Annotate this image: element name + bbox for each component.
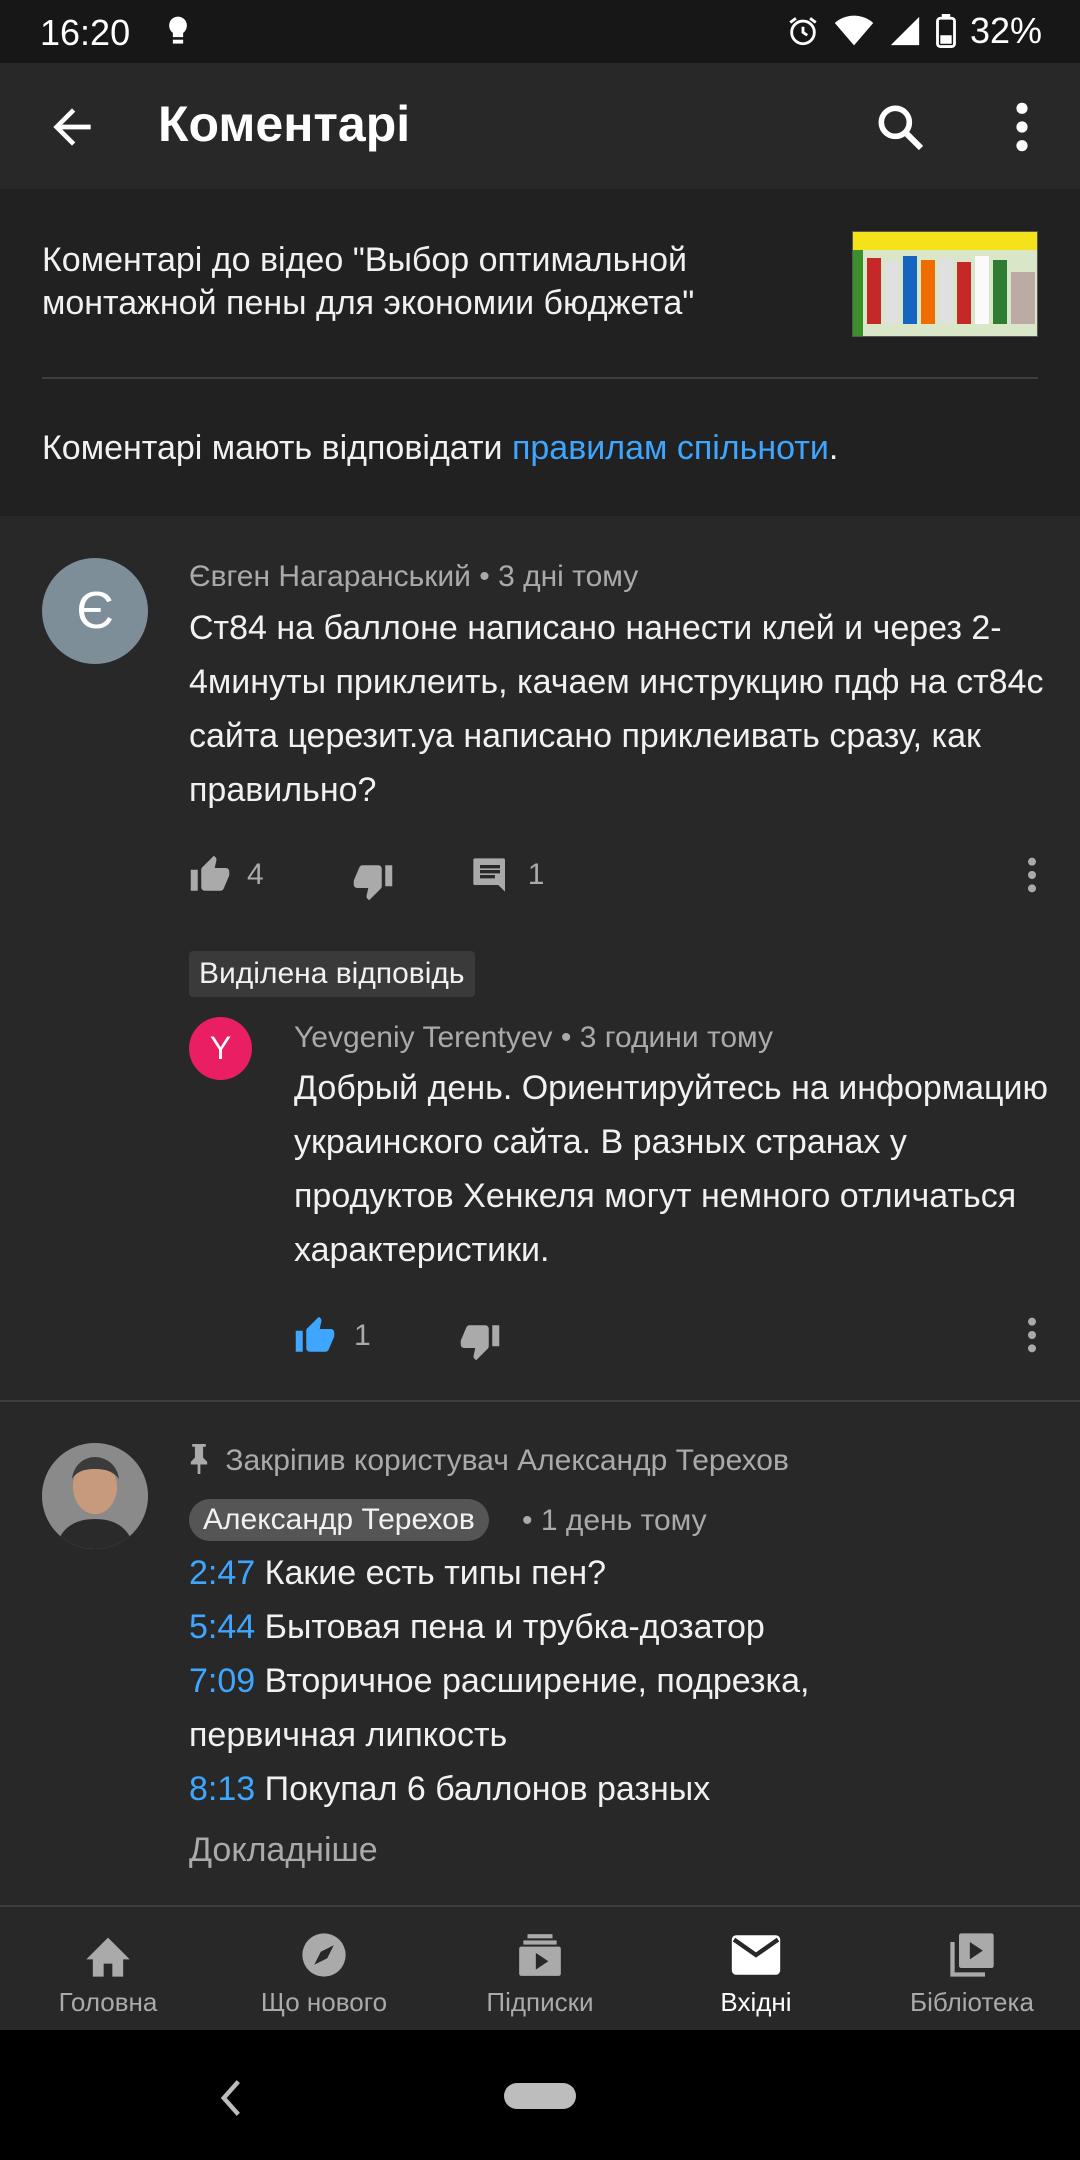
system-nav-bar xyxy=(0,2030,1080,2160)
lightbulb-icon xyxy=(169,16,187,44)
rules-text: Коментарі мають відповідати xyxy=(42,429,512,467)
nav-home[interactable]: Головна xyxy=(0,1907,216,2030)
page-title: Коментарі xyxy=(158,96,411,152)
avatar-letter: Y xyxy=(209,1030,232,1066)
nav-subscriptions[interactable]: Підписки xyxy=(432,1907,648,2030)
like-count: 4 xyxy=(247,858,264,891)
timestamp-text: Покупал 6 баллонов разных xyxy=(264,1770,711,1808)
video-title: Коментарі до відео "Выбор оптимальной мо… xyxy=(42,241,695,322)
reply-text: Добрый день. Ориентируйтесь на информаци… xyxy=(294,1069,1049,1269)
comment-author[interactable]: Євген Нагаранський xyxy=(189,560,471,593)
community-rules-link[interactable]: правилам спільноти xyxy=(512,429,829,467)
pin-icon xyxy=(190,1444,208,1474)
timestamp-line: первичная липкость xyxy=(189,1716,507,1755)
dislike-icon[interactable] xyxy=(459,1320,501,1362)
thumbnail-image xyxy=(853,232,1037,336)
reply-count: 1 xyxy=(527,858,545,891)
battery-percent: 32% xyxy=(969,10,1042,51)
comment-separator xyxy=(0,1400,1080,1402)
bottom-nav: Головна Що нового Підписки Вхідні Бібліо… xyxy=(0,1905,1080,2030)
dislike-icon[interactable] xyxy=(352,860,394,902)
comment-more-icon[interactable] xyxy=(1024,855,1040,895)
nav-inbox[interactable]: Вхідні xyxy=(648,1907,864,2030)
nav-explore[interactable]: Що нового xyxy=(216,1907,432,2030)
comments-header: Коментарі до відео "Выбор оптимальной мо… xyxy=(0,189,1080,516)
nav-library[interactable]: Бібліотека xyxy=(864,1907,1080,2030)
nav-label: Вхідні xyxy=(720,1987,792,2017)
app-bar: Коментарі xyxy=(0,63,1080,189)
nav-label: Бібліотека xyxy=(910,1987,1034,2017)
status-bar: 16:20 32% xyxy=(0,0,1080,63)
comment-meta: Євген Нагаранський • 3 дні тому xyxy=(189,560,639,593)
reply-author[interactable]: Yevgeniy Terentyev xyxy=(294,1021,553,1054)
comment-time: 3 дні тому xyxy=(498,560,639,593)
subscriptions-icon xyxy=(512,1929,568,1981)
back-arrow-icon[interactable] xyxy=(44,99,100,155)
timestamp-line: 5:44 Бытовая пена и трубка-дозатор xyxy=(189,1608,765,1647)
timestamp-link[interactable]: 8:13 xyxy=(189,1770,255,1808)
timestamp-text: Вторичное расширение, подрезка, xyxy=(264,1662,810,1700)
pinned-meta: Закріпив користувач Александр Терехов xyxy=(189,1444,789,1478)
signal-icon xyxy=(890,16,920,46)
reply-icon[interactable] xyxy=(470,855,510,895)
timestamp-text: Бытовая пена и трубка-дозатор xyxy=(264,1608,765,1646)
header-divider xyxy=(42,377,1038,379)
alarm-icon xyxy=(789,17,817,46)
explore-icon xyxy=(296,1929,352,1981)
person-photo xyxy=(42,1443,148,1549)
timestamp-text: Какие есть типы пен? xyxy=(264,1554,607,1592)
comment-time-row: • 1 день тому xyxy=(522,1504,707,1537)
status-icons: 32% xyxy=(786,10,1042,52)
timestamp-text: первичная липкость xyxy=(189,1716,508,1754)
nav-label: Підписки xyxy=(486,1987,594,2017)
home-icon xyxy=(80,1929,136,1981)
more-vert-icon[interactable] xyxy=(1004,99,1040,155)
timestamp-link[interactable]: 7:09 xyxy=(189,1662,255,1700)
reply-more-icon[interactable] xyxy=(1024,1315,1040,1355)
system-home-pill[interactable] xyxy=(504,2083,576,2109)
like-icon[interactable] xyxy=(189,854,231,896)
reply-time: 3 години тому xyxy=(579,1021,774,1054)
search-icon[interactable] xyxy=(872,99,928,155)
author-chip[interactable]: Александр Терехов xyxy=(189,1499,489,1541)
avatar-photo[interactable] xyxy=(42,1443,148,1549)
reply-avatar[interactable]: Y xyxy=(189,1017,252,1080)
timestamp-line: 8:13 Покупал 6 баллонов разных xyxy=(189,1770,710,1809)
like-icon-active[interactable] xyxy=(294,1315,336,1357)
timestamp-link[interactable]: 2:47 xyxy=(189,1554,255,1592)
avatar[interactable]: Є xyxy=(42,558,148,664)
timestamp-line: 7:09 Вторичное расширение, подрезка, xyxy=(189,1662,809,1701)
reply-actions: 1 xyxy=(294,1310,501,1362)
timestamp-link[interactable]: 5:44 xyxy=(189,1608,255,1646)
community-rules: Коментарі мають відповідати правилам спі… xyxy=(42,429,838,468)
rules-suffix: . xyxy=(828,429,839,467)
read-more-link[interactable]: Докладніше xyxy=(189,1831,378,1870)
highlighted-reply-label: Виділена відповідь xyxy=(189,951,475,997)
timestamp-line: 2:47 Какие есть типы пен? xyxy=(189,1554,606,1593)
reply-meta: Yevgeniy Terentyev • 3 години тому xyxy=(294,1021,774,1054)
comment-actions: 4 1 xyxy=(189,848,544,902)
like-count: 1 xyxy=(354,1319,371,1352)
avatar-letter: Є xyxy=(76,582,114,640)
battery-icon xyxy=(936,14,956,48)
comment-time: 1 день тому xyxy=(540,1504,707,1537)
comment-text: Ст84 на баллоне написано нанести клей и … xyxy=(189,609,1044,809)
inbox-icon xyxy=(728,1929,784,1981)
wifi-icon xyxy=(834,15,874,46)
video-thumbnail[interactable] xyxy=(852,231,1038,337)
pinned-label: Закріпив користувач Александр Терехов xyxy=(225,1444,789,1477)
status-time: 16:20 xyxy=(40,12,131,53)
library-icon xyxy=(944,1929,1000,1981)
system-back-icon[interactable] xyxy=(218,2078,244,2118)
nav-label: Що нового xyxy=(260,1987,388,2017)
nav-label: Головна xyxy=(58,1987,158,2017)
